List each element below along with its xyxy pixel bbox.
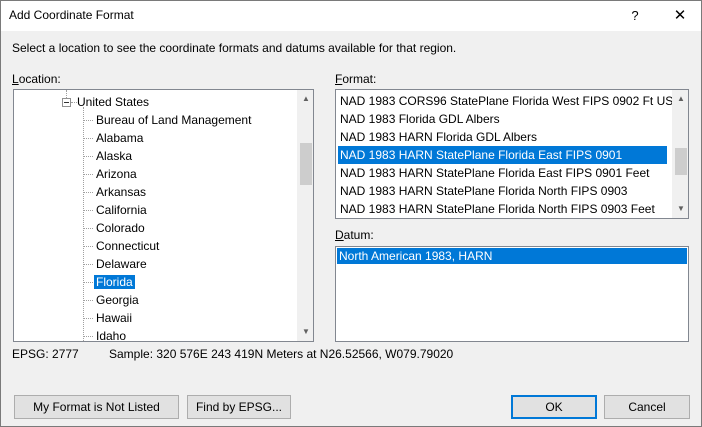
tree-item-label: Alabama [96,131,144,145]
cancel-button[interactable]: Cancel [604,395,690,419]
sample-coordinates: Sample: 320 576E 243 419N Meters at N26.… [109,347,454,361]
tree-item-label: Georgia [96,293,139,307]
tree-item-label: Colorado [96,221,145,235]
tree-line [84,246,93,247]
format-list[interactable]: NAD 1983 CORS96 StatePlane Florida West … [335,89,689,219]
format-list-item[interactable]: NAD 1983 HARN StatePlane Florida West FI… [338,218,667,219]
tree-line [84,264,93,265]
datum-list[interactable]: North American 1983, HARN [335,246,689,342]
close-button[interactable]: ✕ [665,4,695,28]
tree-item-label: Hawaii [96,311,133,325]
datum-item-selected[interactable]: North American 1983, HARN [337,248,687,264]
tree-item[interactable]: Alabama [94,129,145,147]
instruction-text: Select a location to see the coordinate … [12,41,457,55]
format-list-item[interactable]: NAD 1983 CORS96 StatePlane Florida West … [338,92,673,110]
tree-item[interactable]: Georgia [94,291,141,309]
location-tree[interactable]: United States Bureau of Land Management A… [13,89,314,342]
format-list-item[interactable]: NAD 1983 HARN StatePlane Florida East FI… [338,146,667,164]
tree-item-label: Bureau of Land Management [96,113,252,127]
epsg-code: EPSG: 2777 [12,347,79,361]
tree-line [84,336,93,337]
format-label: Format: [335,72,377,86]
find-by-epsg-button[interactable]: Find by EPSG... [187,395,291,419]
tree-item[interactable]: Bureau of Land Management [94,111,253,129]
tree-item-label: Idaho [96,329,127,342]
tree-item[interactable]: Hawaii [94,309,134,327]
tree-item[interactable]: Alaska [94,147,134,165]
tree-item[interactable]: Idaho [94,327,128,342]
scroll-down-icon[interactable]: ▼ [673,201,688,217]
tree-item-label: Arizona [96,167,137,181]
tree-line [84,192,93,193]
format-list-item[interactable]: NAD 1983 HARN StatePlane Florida North F… [338,200,667,218]
help-button[interactable]: ? [621,5,649,27]
tree-line [84,228,93,229]
scroll-down-icon[interactable]: ▼ [298,324,313,340]
scroll-thumb[interactable] [675,148,687,175]
tree-item-label: Delaware [96,257,147,271]
tree-line [84,174,93,175]
tree-line [84,120,93,121]
tree-line [84,282,93,283]
tree-item-label: Arkansas [96,185,147,199]
tree-item[interactable]: Colorado [94,219,147,237]
title-bar: Add Coordinate Format ? ✕ [1,1,701,31]
format-list-item[interactable]: NAD 1983 Florida GDL Albers [338,110,667,128]
tree-item[interactable]: Connecticut [94,237,161,255]
add-coordinate-format-dialog: Add Coordinate Format ? ✕ Select a locat… [0,0,702,427]
tree-item[interactable]: Arizona [94,165,139,183]
tree-item[interactable]: California [94,201,149,219]
tree-item-label: Florida [94,275,135,289]
scroll-up-icon[interactable]: ▲ [673,91,688,107]
tree-item[interactable]: Arkansas [94,183,148,201]
location-label: Location: [12,72,61,86]
window-title: Add Coordinate Format [9,8,134,22]
tree-line [84,300,93,301]
collapse-icon[interactable] [62,98,71,107]
format-list-item[interactable]: NAD 1983 HARN StatePlane Florida North F… [338,182,667,200]
tree-line [83,107,84,341]
tree-item[interactable]: Florida [94,273,135,291]
tree-item-label: Connecticut [96,239,160,253]
scroll-up-icon[interactable]: ▲ [298,91,313,107]
ok-button[interactable]: OK [511,395,597,419]
tree-item-label: Alaska [96,149,133,163]
location-scrollbar[interactable]: ▲ ▼ [297,90,313,341]
datum-label: Datum: [335,228,374,242]
tree-line [84,138,93,139]
tree-item-label: California [96,203,147,217]
format-not-listed-button[interactable]: My Format is Not Listed [14,395,179,419]
format-list-item[interactable]: NAD 1983 HARN Florida GDL Albers [338,128,667,146]
tree-item-united-states[interactable]: United States [75,93,151,111]
tree-item[interactable]: Delaware [94,255,149,273]
tree-line [84,210,93,211]
tree-line [84,156,93,157]
format-list-item[interactable]: NAD 1983 HARN StatePlane Florida East FI… [338,164,667,182]
scroll-thumb[interactable] [300,143,312,185]
tree-line [84,318,93,319]
format-scrollbar[interactable]: ▲ ▼ [672,90,688,218]
